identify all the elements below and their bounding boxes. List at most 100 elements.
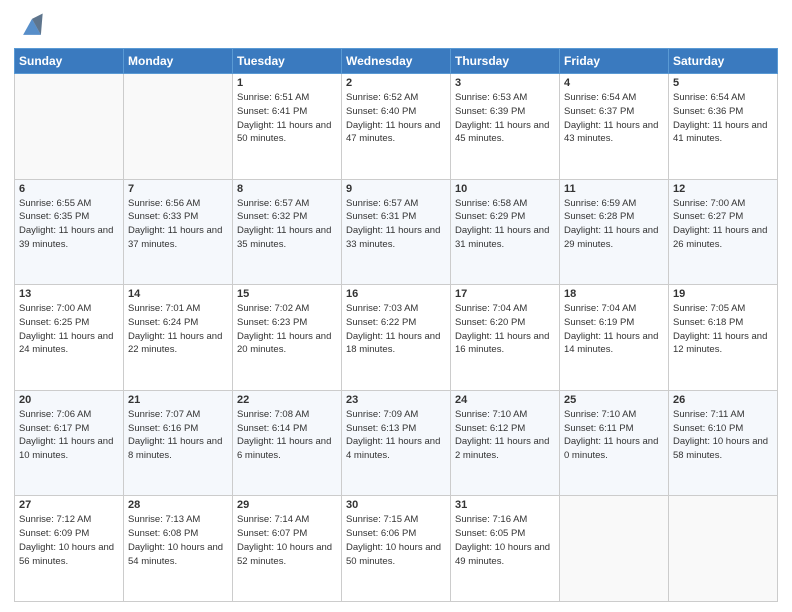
day-number: 5 xyxy=(673,77,773,89)
day-info: Sunrise: 7:03 AM Sunset: 6:22 PM Dayligh… xyxy=(346,302,446,357)
header xyxy=(14,10,778,42)
sunrise-text: Sunrise: 7:05 AM xyxy=(673,303,745,314)
daylight-text: Daylight: 10 hours and 52 minutes. xyxy=(237,542,332,567)
day-cell: 13 Sunrise: 7:00 AM Sunset: 6:25 PM Dayl… xyxy=(15,285,124,391)
day-info: Sunrise: 6:56 AM Sunset: 6:33 PM Dayligh… xyxy=(128,197,228,252)
sunset-text: Sunset: 6:09 PM xyxy=(19,528,89,539)
day-number: 24 xyxy=(455,394,555,406)
week-row: 13 Sunrise: 7:00 AM Sunset: 6:25 PM Dayl… xyxy=(15,285,778,391)
sunrise-text: Sunrise: 7:13 AM xyxy=(128,514,200,525)
day-number: 26 xyxy=(673,394,773,406)
daylight-text: Daylight: 11 hours and 10 minutes. xyxy=(19,436,113,461)
daylight-text: Daylight: 11 hours and 47 minutes. xyxy=(346,120,440,145)
daylight-text: Daylight: 11 hours and 39 minutes. xyxy=(19,225,113,250)
sunrise-text: Sunrise: 7:16 AM xyxy=(455,514,527,525)
sunset-text: Sunset: 6:28 PM xyxy=(564,211,634,222)
sunset-text: Sunset: 6:19 PM xyxy=(564,317,634,328)
sunset-text: Sunset: 6:13 PM xyxy=(346,423,416,434)
sunset-text: Sunset: 6:32 PM xyxy=(237,211,307,222)
header-row: SundayMondayTuesdayWednesdayThursdayFrid… xyxy=(15,49,778,74)
daylight-text: Daylight: 11 hours and 16 minutes. xyxy=(455,331,549,356)
day-cell: 26 Sunrise: 7:11 AM Sunset: 6:10 PM Dayl… xyxy=(669,390,778,496)
day-info: Sunrise: 6:54 AM Sunset: 6:37 PM Dayligh… xyxy=(564,91,664,146)
day-number: 20 xyxy=(19,394,119,406)
day-info: Sunrise: 6:54 AM Sunset: 6:36 PM Dayligh… xyxy=(673,91,773,146)
day-number: 19 xyxy=(673,288,773,300)
col-header-wednesday: Wednesday xyxy=(342,49,451,74)
day-info: Sunrise: 6:52 AM Sunset: 6:40 PM Dayligh… xyxy=(346,91,446,146)
day-number: 21 xyxy=(128,394,228,406)
sunrise-text: Sunrise: 6:59 AM xyxy=(564,198,636,209)
sunrise-text: Sunrise: 7:09 AM xyxy=(346,409,418,420)
day-number: 8 xyxy=(237,183,337,195)
day-info: Sunrise: 6:58 AM Sunset: 6:29 PM Dayligh… xyxy=(455,197,555,252)
day-info: Sunrise: 6:55 AM Sunset: 6:35 PM Dayligh… xyxy=(19,197,119,252)
day-info: Sunrise: 6:53 AM Sunset: 6:39 PM Dayligh… xyxy=(455,91,555,146)
sunset-text: Sunset: 6:23 PM xyxy=(237,317,307,328)
sunrise-text: Sunrise: 7:00 AM xyxy=(19,303,91,314)
day-number: 14 xyxy=(128,288,228,300)
daylight-text: Daylight: 11 hours and 24 minutes. xyxy=(19,331,113,356)
sunrise-text: Sunrise: 6:55 AM xyxy=(19,198,91,209)
day-cell: 27 Sunrise: 7:12 AM Sunset: 6:09 PM Dayl… xyxy=(15,496,124,602)
day-cell: 15 Sunrise: 7:02 AM Sunset: 6:23 PM Dayl… xyxy=(233,285,342,391)
sunrise-text: Sunrise: 7:04 AM xyxy=(564,303,636,314)
col-header-sunday: Sunday xyxy=(15,49,124,74)
day-info: Sunrise: 7:14 AM Sunset: 6:07 PM Dayligh… xyxy=(237,513,337,568)
day-info: Sunrise: 7:08 AM Sunset: 6:14 PM Dayligh… xyxy=(237,408,337,463)
week-row: 20 Sunrise: 7:06 AM Sunset: 6:17 PM Dayl… xyxy=(15,390,778,496)
daylight-text: Daylight: 11 hours and 18 minutes. xyxy=(346,331,440,356)
sunrise-text: Sunrise: 6:54 AM xyxy=(564,92,636,103)
sunset-text: Sunset: 6:08 PM xyxy=(128,528,198,539)
day-number: 9 xyxy=(346,183,446,195)
day-info: Sunrise: 7:11 AM Sunset: 6:10 PM Dayligh… xyxy=(673,408,773,463)
sunset-text: Sunset: 6:14 PM xyxy=(237,423,307,434)
daylight-text: Daylight: 11 hours and 37 minutes. xyxy=(128,225,222,250)
daylight-text: Daylight: 11 hours and 12 minutes. xyxy=(673,331,767,356)
day-cell: 17 Sunrise: 7:04 AM Sunset: 6:20 PM Dayl… xyxy=(451,285,560,391)
day-number: 2 xyxy=(346,77,446,89)
day-info: Sunrise: 7:04 AM Sunset: 6:19 PM Dayligh… xyxy=(564,302,664,357)
day-cell: 29 Sunrise: 7:14 AM Sunset: 6:07 PM Dayl… xyxy=(233,496,342,602)
sunrise-text: Sunrise: 7:01 AM xyxy=(128,303,200,314)
day-number: 28 xyxy=(128,499,228,511)
daylight-text: Daylight: 11 hours and 14 minutes. xyxy=(564,331,658,356)
daylight-text: Daylight: 11 hours and 33 minutes. xyxy=(346,225,440,250)
day-number: 23 xyxy=(346,394,446,406)
sunset-text: Sunset: 6:31 PM xyxy=(346,211,416,222)
daylight-text: Daylight: 10 hours and 56 minutes. xyxy=(19,542,114,567)
day-cell: 30 Sunrise: 7:15 AM Sunset: 6:06 PM Dayl… xyxy=(342,496,451,602)
sunrise-text: Sunrise: 7:12 AM xyxy=(19,514,91,525)
day-number: 7 xyxy=(128,183,228,195)
col-header-thursday: Thursday xyxy=(451,49,560,74)
day-cell: 4 Sunrise: 6:54 AM Sunset: 6:37 PM Dayli… xyxy=(560,74,669,180)
sunset-text: Sunset: 6:12 PM xyxy=(455,423,525,434)
day-cell: 21 Sunrise: 7:07 AM Sunset: 6:16 PM Dayl… xyxy=(124,390,233,496)
day-cell: 18 Sunrise: 7:04 AM Sunset: 6:19 PM Dayl… xyxy=(560,285,669,391)
daylight-text: Daylight: 11 hours and 0 minutes. xyxy=(564,436,658,461)
daylight-text: Daylight: 11 hours and 29 minutes. xyxy=(564,225,658,250)
day-info: Sunrise: 6:57 AM Sunset: 6:32 PM Dayligh… xyxy=(237,197,337,252)
day-cell: 9 Sunrise: 6:57 AM Sunset: 6:31 PM Dayli… xyxy=(342,179,451,285)
sunset-text: Sunset: 6:07 PM xyxy=(237,528,307,539)
sunrise-text: Sunrise: 6:56 AM xyxy=(128,198,200,209)
day-number: 11 xyxy=(564,183,664,195)
week-row: 1 Sunrise: 6:51 AM Sunset: 6:41 PM Dayli… xyxy=(15,74,778,180)
daylight-text: Daylight: 11 hours and 2 minutes. xyxy=(455,436,549,461)
col-header-monday: Monday xyxy=(124,49,233,74)
day-cell: 16 Sunrise: 7:03 AM Sunset: 6:22 PM Dayl… xyxy=(342,285,451,391)
day-info: Sunrise: 7:04 AM Sunset: 6:20 PM Dayligh… xyxy=(455,302,555,357)
week-row: 6 Sunrise: 6:55 AM Sunset: 6:35 PM Dayli… xyxy=(15,179,778,285)
daylight-text: Daylight: 10 hours and 58 minutes. xyxy=(673,436,768,461)
daylight-text: Daylight: 11 hours and 43 minutes. xyxy=(564,120,658,145)
daylight-text: Daylight: 10 hours and 49 minutes. xyxy=(455,542,550,567)
day-number: 1 xyxy=(237,77,337,89)
sunrise-text: Sunrise: 7:15 AM xyxy=(346,514,418,525)
sunset-text: Sunset: 6:29 PM xyxy=(455,211,525,222)
sunset-text: Sunset: 6:20 PM xyxy=(455,317,525,328)
day-number: 17 xyxy=(455,288,555,300)
day-number: 10 xyxy=(455,183,555,195)
week-row: 27 Sunrise: 7:12 AM Sunset: 6:09 PM Dayl… xyxy=(15,496,778,602)
page: SundayMondayTuesdayWednesdayThursdayFrid… xyxy=(0,0,792,612)
day-cell: 14 Sunrise: 7:01 AM Sunset: 6:24 PM Dayl… xyxy=(124,285,233,391)
